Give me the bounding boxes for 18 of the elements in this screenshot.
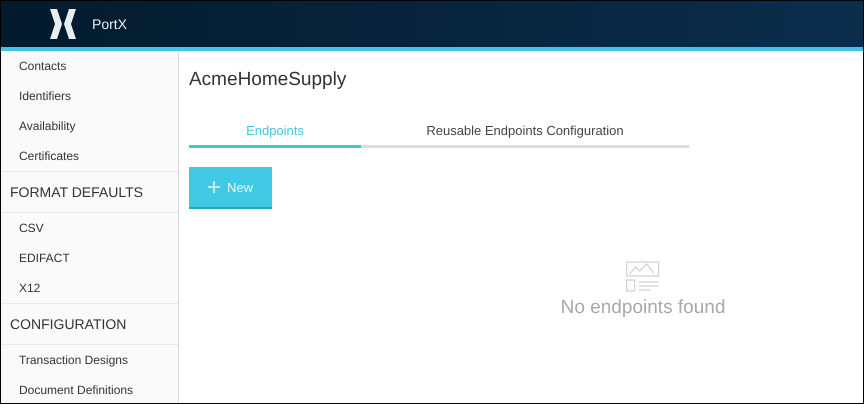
empty-message: No endpoints found — [560, 297, 726, 319]
logo-icon — [49, 9, 77, 39]
page-title: AcmeHomeSupply — [189, 69, 348, 91]
sidebar-item[interactable]: Identifiers — [1, 81, 178, 111]
sidebar-heading: CONFIGURATION — [1, 303, 178, 345]
sidebar-item[interactable]: Availability — [1, 111, 178, 141]
sidebar-item[interactable]: Document Definitions — [1, 375, 178, 403]
plus-icon — [208, 181, 220, 193]
sidebar-item[interactable]: CSV — [1, 213, 178, 243]
sidebar-item[interactable]: X12 — [1, 273, 178, 303]
empty-chart-icon — [626, 261, 660, 293]
sidebar-heading: FORMAT DEFAULTS — [1, 171, 178, 213]
app-name: PortX — [92, 16, 128, 32]
sidebar-item[interactable]: Contacts — [1, 51, 178, 81]
sidebar-item[interactable]: EDIFACT — [1, 243, 178, 273]
tab[interactable]: Reusable Endpoints Configuration — [361, 118, 689, 148]
sidebar-item[interactable]: Transaction Designs — [1, 345, 178, 375]
sidebar-item[interactable]: Certificates — [1, 141, 178, 171]
